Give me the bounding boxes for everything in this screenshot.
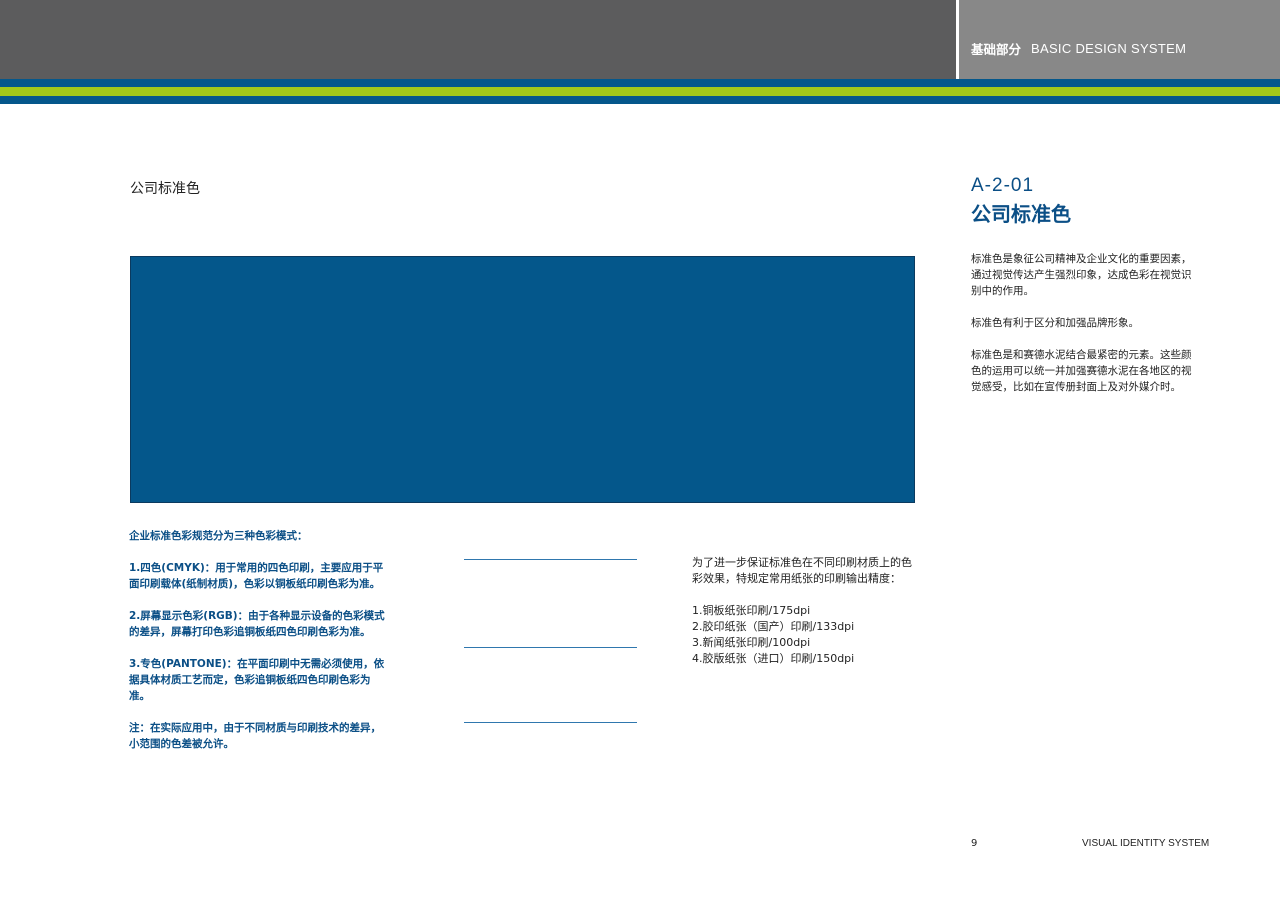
header-stripe-blue-bottom (0, 96, 1280, 104)
divider-line (464, 647, 637, 648)
divider-line (464, 722, 637, 723)
print-spec-block: 为了进一步保证标准色在不同印刷材质上的色彩效果，特规定常用纸张的印刷输出精度： … (692, 555, 922, 667)
print-spec-item: 2.胶印纸张（国产）印刷/133dpi (692, 620, 855, 633)
print-spec-item: 4.胶版纸张（进口）印刷/150dpi (692, 652, 855, 665)
page-number: 9 (971, 838, 978, 849)
sidebar-paragraph: 标准色是象征公司精神及企业文化的重要因素，通过视觉传达产生强烈印象，达成色彩在视… (971, 253, 1192, 297)
header-dark-band (0, 0, 956, 79)
header-stripe-blue-top (0, 79, 1280, 87)
header-label-cn: 基础部分 (971, 41, 1022, 57)
sidebar-title: 公司标准色 (971, 202, 1071, 226)
color-mode-rgb: 2.屏幕显示色彩(RGB)：由于各种显示设备的色彩模式的差异，屏幕打印色彩追铜板… (129, 610, 385, 638)
color-modes-intro: 企业标准色彩规范分为三种色彩模式： (129, 530, 308, 542)
color-mode-note: 注：在实际应用中，由于不同材质与印刷技术的差异，小范围的色差被允许。 (129, 722, 381, 750)
print-spec-item: 3.新闻纸张印刷/100dpi (692, 636, 811, 649)
color-modes-text: 企业标准色彩规范分为三种色彩模式： 1.四色(CMYK)：用于常用的四色印刷，主… (129, 528, 391, 768)
print-spec-item: 1.铜板纸张印刷/175dpi (692, 604, 811, 617)
header-label-en: BASIC DESIGN SYSTEM (1031, 40, 1187, 56)
color-mode-pantone: 3.专色(PANTONE)：在平面印刷中无需必须使用，依据具体材质工艺而定，色彩… (129, 658, 385, 702)
standard-color-swatch (130, 256, 915, 503)
section-code: A-2-01 (971, 175, 1035, 196)
page: 基础部分 BASIC DESIGN SYSTEM 公司标准色 企业标准色彩规范分… (0, 0, 1280, 905)
divider-line (464, 559, 637, 560)
sidebar-paragraph: 标准色有利于区分和加强品牌形象。 (971, 317, 1139, 329)
sidebar-paragraph: 标准色是和赛德水泥结合最紧密的元素。这些颜色的运用可以统一并加强赛德水泥在各地区… (971, 349, 1192, 393)
print-spec-intro: 为了进一步保证标准色在不同印刷材质上的色彩效果，特规定常用纸张的印刷输出精度： (692, 556, 912, 585)
section-title: 公司标准色 (130, 181, 200, 197)
header-stripe-green (0, 87, 1280, 96)
sidebar-description: 标准色是象征公司精神及企业文化的重要因素，通过视觉传达产生强烈印象，达成色彩在视… (971, 251, 1199, 411)
footer-label: VISUAL IDENTITY SYSTEM (1082, 838, 1210, 849)
header-label: 基础部分 BASIC DESIGN SYSTEM (971, 39, 1186, 57)
color-mode-cmyk: 1.四色(CMYK)：用于常用的四色印刷，主要应用于平面印刷载体(纸制材质)，色… (129, 562, 384, 590)
